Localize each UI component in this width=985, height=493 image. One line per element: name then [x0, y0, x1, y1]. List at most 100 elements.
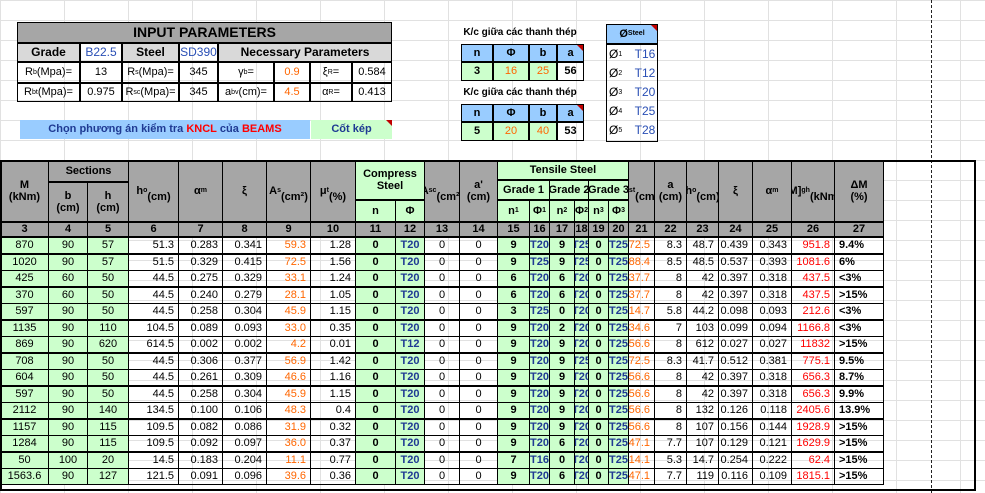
- table-cell[interactable]: 1563.6: [0, 468, 49, 485]
- table-cell[interactable]: 2112: [0, 402, 49, 419]
- table-cell[interactable]: 370: [0, 286, 49, 304]
- table-cell: 8: [654, 286, 687, 304]
- table-cell[interactable]: 50: [87, 352, 129, 370]
- table-cell[interactable]: 708: [0, 352, 49, 370]
- table-cell: 0.393: [752, 253, 792, 271]
- table-cell[interactable]: 597: [0, 385, 49, 403]
- table-cell[interactable]: 90: [48, 369, 88, 386]
- table-cell[interactable]: 90: [48, 468, 88, 485]
- table-cell[interactable]: 50: [87, 385, 129, 403]
- table-cell[interactable]: 869: [0, 336, 49, 353]
- table-cell: 37.7: [628, 270, 655, 287]
- table-cell[interactable]: 50: [87, 303, 129, 320]
- table-cell: 0.027: [752, 336, 792, 353]
- table-cell: 8: [654, 418, 687, 436]
- header-a: a (cm): [654, 160, 687, 222]
- table-cell: 4.2: [266, 336, 311, 353]
- table-cell[interactable]: 1020: [0, 253, 49, 271]
- table-cell[interactable]: 1157: [0, 418, 49, 436]
- table-cell: 1081.6: [791, 253, 835, 271]
- table-cell[interactable]: 90: [48, 352, 88, 370]
- spacing2-phi-value[interactable]: 20: [493, 122, 529, 141]
- table-cell[interactable]: 425: [0, 270, 49, 287]
- table-cell[interactable]: 57: [87, 237, 129, 254]
- table-cell[interactable]: 90: [48, 402, 88, 419]
- table-cell[interactable]: 90: [48, 435, 88, 452]
- table-cell[interactable]: 57: [87, 253, 129, 271]
- table-cell: 0: [588, 253, 609, 271]
- grade-value[interactable]: B22.5: [80, 43, 122, 62]
- table-cell: 44.5: [128, 369, 179, 386]
- table-cell[interactable]: 50: [0, 451, 49, 469]
- table-cell: 88.4: [628, 253, 655, 271]
- table-cell[interactable]: 90: [48, 319, 88, 337]
- table-cell: 0.091: [178, 468, 223, 485]
- table-cell: 0.415: [222, 253, 267, 271]
- table-cell[interactable]: 50: [87, 369, 129, 386]
- table-cell: 437.5: [791, 286, 835, 304]
- table-cell: T20: [574, 303, 589, 320]
- reinforcement-mode-select[interactable]: Cốt kép: [311, 120, 392, 139]
- table-cell: 42: [686, 369, 719, 386]
- steel-item-label: Ø5: [609, 122, 623, 137]
- steel-item-value[interactable]: T28: [633, 122, 657, 139]
- table-cell[interactable]: 50: [87, 270, 129, 287]
- abv-value[interactable]: 4.5: [274, 83, 310, 102]
- table-cell[interactable]: 870: [0, 237, 49, 254]
- table-cell[interactable]: 127: [87, 468, 129, 485]
- table-cell[interactable]: 90: [48, 237, 88, 254]
- table-cell: T25: [608, 270, 629, 287]
- table-cell[interactable]: 620: [87, 336, 129, 353]
- table-cell[interactable]: 604: [0, 369, 49, 386]
- table-cell[interactable]: 597: [0, 303, 49, 320]
- table-cell: 9: [549, 385, 575, 403]
- table-cell: 8: [654, 336, 687, 353]
- column-number: 8: [222, 222, 267, 237]
- steel-item-value[interactable]: T16: [633, 46, 657, 63]
- table-cell: 9: [549, 418, 575, 436]
- table-cell: T20: [395, 402, 425, 419]
- table-cell: T25: [608, 319, 629, 337]
- table-cell[interactable]: 115: [87, 418, 129, 436]
- table-cell[interactable]: 1284: [0, 435, 49, 452]
- table-cell[interactable]: 110: [87, 319, 129, 337]
- table-cell[interactable]: 20: [87, 451, 129, 469]
- table-cell: T20: [574, 418, 589, 436]
- steel-item-value[interactable]: T20: [633, 84, 657, 101]
- option-select[interactable]: Chọn phương án kiểm tra KNCL của BEAMS: [20, 120, 310, 139]
- table-cell: 11.1: [266, 451, 311, 469]
- table-cell[interactable]: 90: [48, 336, 88, 353]
- table-cell: 0: [459, 336, 498, 353]
- table-cell[interactable]: 100: [48, 451, 88, 469]
- table-cell: 0: [424, 435, 460, 452]
- steel-item-value[interactable]: T12: [633, 65, 657, 82]
- table-cell[interactable]: 90: [48, 418, 88, 436]
- table-cell[interactable]: 90: [48, 253, 88, 271]
- steel-item-label: Ø3: [609, 84, 623, 99]
- spacing2-b-value[interactable]: 40: [529, 122, 557, 141]
- column-number: 12: [395, 222, 425, 237]
- table-cell: T25: [608, 435, 629, 452]
- spacing-phi-value[interactable]: 16: [493, 62, 529, 81]
- table-cell: 0: [459, 385, 498, 403]
- spacing-b-value[interactable]: 25: [529, 62, 557, 81]
- table-cell[interactable]: 60: [48, 286, 88, 304]
- table-cell[interactable]: 1135: [0, 319, 49, 337]
- table-cell: 0: [355, 468, 396, 485]
- steel-item-value[interactable]: T25: [633, 103, 657, 120]
- gamma-b-value[interactable]: 0.9: [274, 62, 310, 83]
- table-cell[interactable]: 90: [48, 303, 88, 320]
- table-cell: 1.24: [310, 270, 356, 287]
- table-cell[interactable]: 90: [48, 385, 88, 403]
- table-cell[interactable]: 50: [87, 286, 129, 304]
- table-cell[interactable]: 115: [87, 435, 129, 452]
- steel-item-label: Ø2: [609, 65, 623, 80]
- steel-value[interactable]: SD390: [179, 43, 218, 62]
- spacing-n-value[interactable]: 3: [461, 62, 493, 81]
- table-cell[interactable]: 140: [87, 402, 129, 419]
- spacing-head-phi: Φ: [493, 44, 529, 62]
- table-cell: 0.093: [222, 319, 267, 337]
- table-cell: T20: [395, 303, 425, 320]
- spacing2-n-value[interactable]: 5: [461, 122, 493, 141]
- table-cell[interactable]: 60: [48, 270, 88, 287]
